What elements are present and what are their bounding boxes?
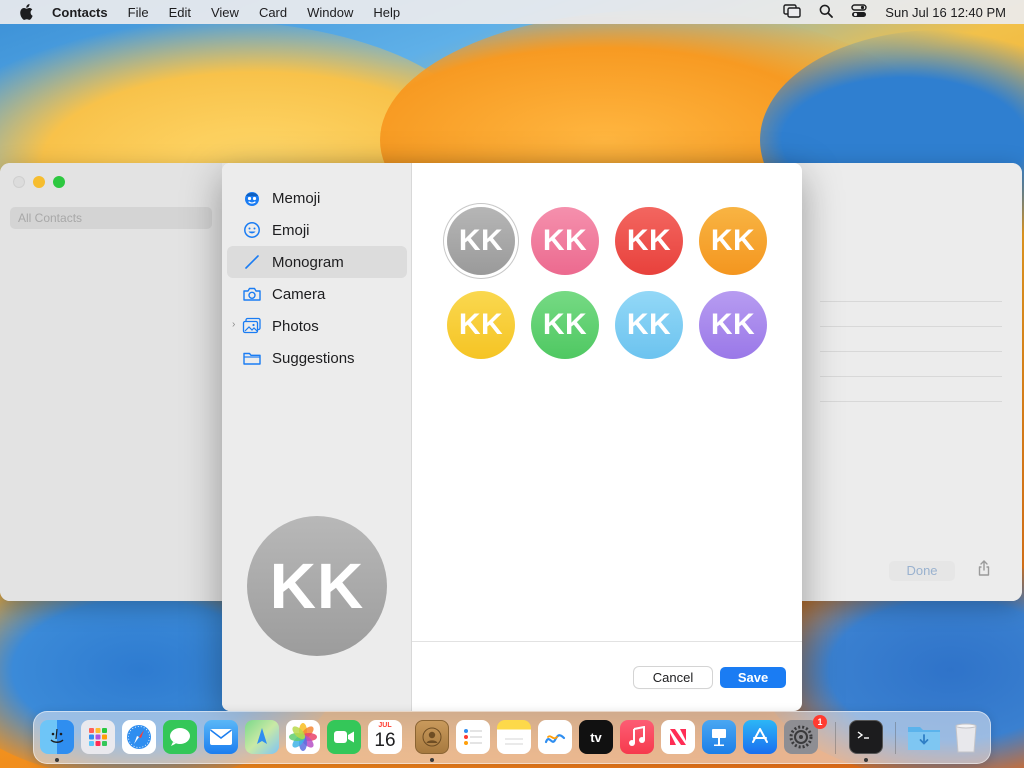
share-icon — [977, 559, 991, 581]
contact-detail-pane — [802, 163, 1022, 601]
monogram-light-blue[interactable]: KK — [615, 291, 683, 359]
menu-clock[interactable]: Sun Jul 16 12:40 PM — [885, 5, 1006, 20]
source-memoji[interactable]: Memoji — [227, 182, 407, 214]
mail-icon[interactable] — [204, 720, 238, 754]
contacts-app-icon[interactable] — [415, 720, 449, 754]
footer-divider — [412, 641, 802, 642]
source-camera[interactable]: Camera — [227, 278, 407, 310]
monogram-red[interactable]: KK — [615, 207, 683, 275]
source-emoji[interactable]: Emoji — [227, 214, 407, 246]
launchpad-icon[interactable] — [81, 720, 115, 754]
control-center-icon[interactable] — [851, 3, 867, 21]
tv-icon[interactable]: tv — [579, 720, 613, 754]
running-indicator — [55, 758, 59, 762]
calendar-day: 16 — [374, 730, 396, 751]
emoji-icon — [241, 219, 263, 241]
finder-icon[interactable] — [40, 720, 74, 754]
done-button[interactable]: Done — [889, 561, 955, 581]
monogram-green[interactable]: KK — [531, 291, 599, 359]
screen-mirroring-icon[interactable] — [783, 3, 801, 21]
music-icon[interactable] — [620, 720, 654, 754]
monogram-purple[interactable]: KK — [699, 291, 767, 359]
menu-card[interactable]: Card — [259, 5, 287, 20]
save-button[interactable]: Save — [720, 667, 786, 688]
folder-icon — [241, 347, 263, 369]
share-button[interactable] — [966, 559, 1002, 581]
menu-window[interactable]: Window — [307, 5, 353, 20]
divider — [820, 376, 1002, 377]
photos-app-icon[interactable] — [286, 720, 320, 754]
zoom-button[interactable] — [53, 176, 65, 188]
avatar-picker-sheet: Memoji Emoji Monogram Camera › Photos Su… — [222, 163, 802, 711]
messages-icon[interactable] — [163, 720, 197, 754]
source-emoji-label: Emoji — [272, 221, 310, 239]
monogram-orange[interactable]: KK — [699, 207, 767, 275]
monogram-yellow[interactable]: KK — [447, 291, 515, 359]
terminal-icon[interactable] — [849, 720, 883, 754]
sidebar-item-all-contacts[interactable]: All Contacts — [10, 207, 212, 229]
source-camera-label: Camera — [272, 285, 326, 303]
calendar-icon[interactable]: JUL 16 — [368, 720, 402, 754]
maps-icon[interactable] — [245, 720, 279, 754]
window-controls — [13, 176, 65, 188]
camera-icon — [241, 283, 263, 305]
divider — [820, 351, 1002, 352]
close-button[interactable] — [13, 176, 25, 188]
app-store-icon[interactable] — [743, 720, 777, 754]
memoji-icon — [241, 187, 263, 209]
divider — [820, 401, 1002, 402]
reminders-icon[interactable] — [456, 720, 490, 754]
news-icon[interactable] — [661, 720, 695, 754]
dock-separator — [895, 722, 896, 754]
source-memoji-label: Memoji — [272, 189, 321, 207]
source-monogram-label: Monogram — [272, 253, 344, 271]
dock-separator — [835, 722, 836, 754]
avatar-preview: KK — [247, 516, 387, 656]
divider — [820, 326, 1002, 327]
safari-icon[interactable] — [122, 720, 156, 754]
menu-file[interactable]: File — [128, 5, 149, 20]
source-photos[interactable]: › Photos — [227, 310, 407, 342]
monogram-gray[interactable]: KK — [447, 207, 515, 275]
running-indicator — [430, 758, 434, 762]
source-suggestions[interactable]: Suggestions — [227, 342, 407, 374]
notification-badge: 1 — [813, 715, 827, 729]
menu-bar: Contacts File Edit View Card Window Help… — [0, 0, 1024, 24]
notes-icon[interactable] — [497, 720, 531, 754]
source-photos-label: Photos — [272, 317, 319, 335]
photos-icon — [241, 315, 263, 337]
chevron-right-icon[interactable]: › — [232, 319, 235, 330]
divider — [820, 301, 1002, 302]
pencil-icon — [241, 251, 263, 273]
tv-label: tv — [590, 729, 602, 745]
menu-app-name[interactable]: Contacts — [52, 5, 108, 20]
dock: JUL 16 tv 1 — [33, 711, 991, 764]
avatar-source-sidebar: Memoji Emoji Monogram Camera › Photos Su… — [222, 163, 412, 711]
menu-edit[interactable]: Edit — [169, 5, 191, 20]
menu-help[interactable]: Help — [373, 5, 400, 20]
menu-view[interactable]: View — [211, 5, 239, 20]
minimize-button[interactable] — [33, 176, 45, 188]
downloads-folder-icon[interactable] — [907, 720, 941, 754]
running-indicator — [864, 758, 868, 762]
spotlight-search-icon[interactable] — [819, 4, 834, 21]
apple-menu-icon[interactable] — [16, 2, 36, 22]
cancel-button[interactable]: Cancel — [634, 667, 712, 688]
trash-icon[interactable] — [949, 720, 983, 754]
facetime-icon[interactable] — [327, 720, 361, 754]
freeform-icon[interactable] — [538, 720, 572, 754]
keynote-icon[interactable] — [702, 720, 736, 754]
calendar-month: JUL — [378, 722, 392, 729]
monogram-pink[interactable]: KK — [531, 207, 599, 275]
source-monogram[interactable]: Monogram — [227, 246, 407, 278]
source-suggestions-label: Suggestions — [272, 349, 355, 367]
